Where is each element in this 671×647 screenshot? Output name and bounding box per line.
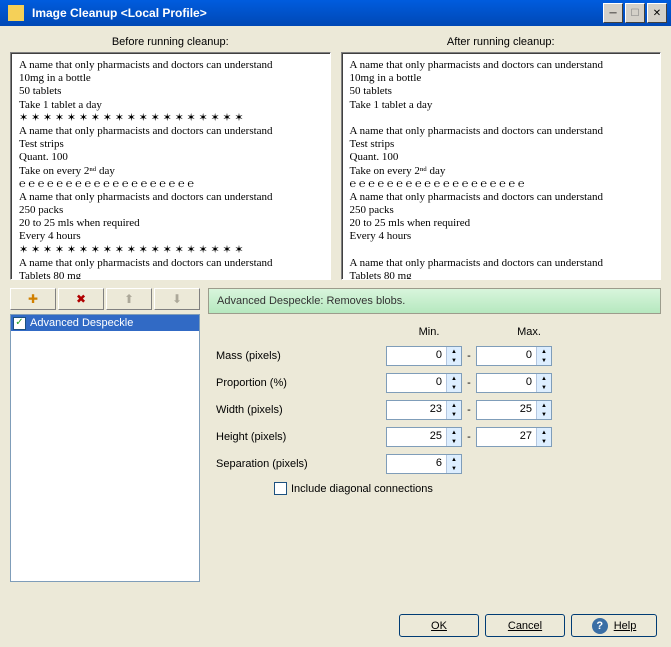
titlebar: Image Cleanup <Local Profile> ─ ☐ ✕ bbox=[0, 0, 671, 26]
maximize-button: ☐ bbox=[625, 3, 645, 23]
window-controls: ─ ☐ ✕ bbox=[601, 3, 667, 23]
delete-button[interactable]: ✖ bbox=[58, 288, 104, 310]
cancel-button[interactable]: Cancel bbox=[485, 614, 565, 637]
width-min-input[interactable]: 23▲▼ bbox=[386, 400, 462, 420]
max-header: Max. bbox=[486, 326, 572, 338]
mass-label: Mass (pixels) bbox=[216, 350, 386, 362]
width-max-input[interactable]: 25▲▼ bbox=[476, 400, 552, 420]
spin-down-icon[interactable]: ▼ bbox=[446, 464, 461, 473]
list-item-checkbox[interactable] bbox=[13, 317, 26, 330]
move-up-button[interactable]: ⬆ bbox=[106, 288, 152, 310]
spin-up-icon[interactable]: ▲ bbox=[446, 347, 461, 356]
spin-up-icon[interactable]: ▲ bbox=[446, 374, 461, 383]
separation-label: Separation (pixels) bbox=[216, 458, 386, 470]
spin-down-icon[interactable]: ▼ bbox=[446, 383, 461, 392]
description-bar: Advanced Despeckle: Removes blobs. bbox=[208, 288, 661, 314]
min-header: Min. bbox=[386, 326, 472, 338]
spin-up-icon[interactable]: ▲ bbox=[446, 401, 461, 410]
spin-up-icon[interactable]: ▲ bbox=[536, 401, 551, 410]
help-button[interactable]: ? Help bbox=[571, 614, 657, 637]
proportion-max-input[interactable]: 0▲▼ bbox=[476, 373, 552, 393]
mass-max-input[interactable]: 0▲▼ bbox=[476, 346, 552, 366]
window-title: Image Cleanup <Local Profile> bbox=[28, 6, 601, 20]
spin-down-icon[interactable]: ▼ bbox=[446, 356, 461, 365]
height-label: Height (pixels) bbox=[216, 431, 386, 443]
minimize-button[interactable]: ─ bbox=[603, 3, 623, 23]
after-label: After running cleanup: bbox=[341, 36, 662, 48]
before-preview: A name that only pharmacists and doctors… bbox=[10, 52, 331, 280]
cleanup-steps-list[interactable]: Advanced Despeckle bbox=[10, 314, 200, 582]
app-icon bbox=[8, 5, 24, 21]
after-preview: A name that only pharmacists and doctors… bbox=[341, 52, 662, 280]
height-max-input[interactable]: 27▲▼ bbox=[476, 427, 552, 447]
spin-up-icon[interactable]: ▲ bbox=[446, 428, 461, 437]
spin-down-icon[interactable]: ▼ bbox=[446, 437, 461, 446]
list-toolbar: ✚ ✖ ⬆ ⬇ bbox=[10, 288, 200, 310]
height-min-input[interactable]: 25▲▼ bbox=[386, 427, 462, 447]
proportion-label: Proportion (%) bbox=[216, 377, 386, 389]
move-down-button[interactable]: ⬇ bbox=[154, 288, 200, 310]
add-button[interactable]: ✚ bbox=[10, 288, 56, 310]
spin-down-icon[interactable]: ▼ bbox=[536, 356, 551, 365]
spin-down-icon[interactable]: ▼ bbox=[536, 383, 551, 392]
spin-up-icon[interactable]: ▲ bbox=[536, 428, 551, 437]
spin-down-icon[interactable]: ▼ bbox=[446, 410, 461, 419]
spin-up-icon[interactable]: ▲ bbox=[446, 455, 461, 464]
spin-down-icon[interactable]: ▼ bbox=[536, 437, 551, 446]
mass-min-input[interactable]: 0▲▼ bbox=[386, 346, 462, 366]
spin-down-icon[interactable]: ▼ bbox=[536, 410, 551, 419]
width-label: Width (pixels) bbox=[216, 404, 386, 416]
close-button[interactable]: ✕ bbox=[647, 3, 667, 23]
dialog-footer: OK Cancel ? Help bbox=[399, 614, 657, 637]
spin-up-icon[interactable]: ▲ bbox=[536, 374, 551, 383]
diagonal-label: Include diagonal connections bbox=[291, 483, 433, 495]
before-label: Before running cleanup: bbox=[10, 36, 331, 48]
spin-up-icon[interactable]: ▲ bbox=[536, 347, 551, 356]
list-item[interactable]: Advanced Despeckle bbox=[11, 315, 199, 331]
ok-button[interactable]: OK bbox=[399, 614, 479, 637]
list-item-label: Advanced Despeckle bbox=[30, 317, 133, 329]
diagonal-checkbox[interactable] bbox=[274, 482, 287, 495]
help-icon: ? bbox=[592, 618, 608, 634]
separation-input[interactable]: 6▲▼ bbox=[386, 454, 462, 474]
proportion-min-input[interactable]: 0▲▼ bbox=[386, 373, 462, 393]
